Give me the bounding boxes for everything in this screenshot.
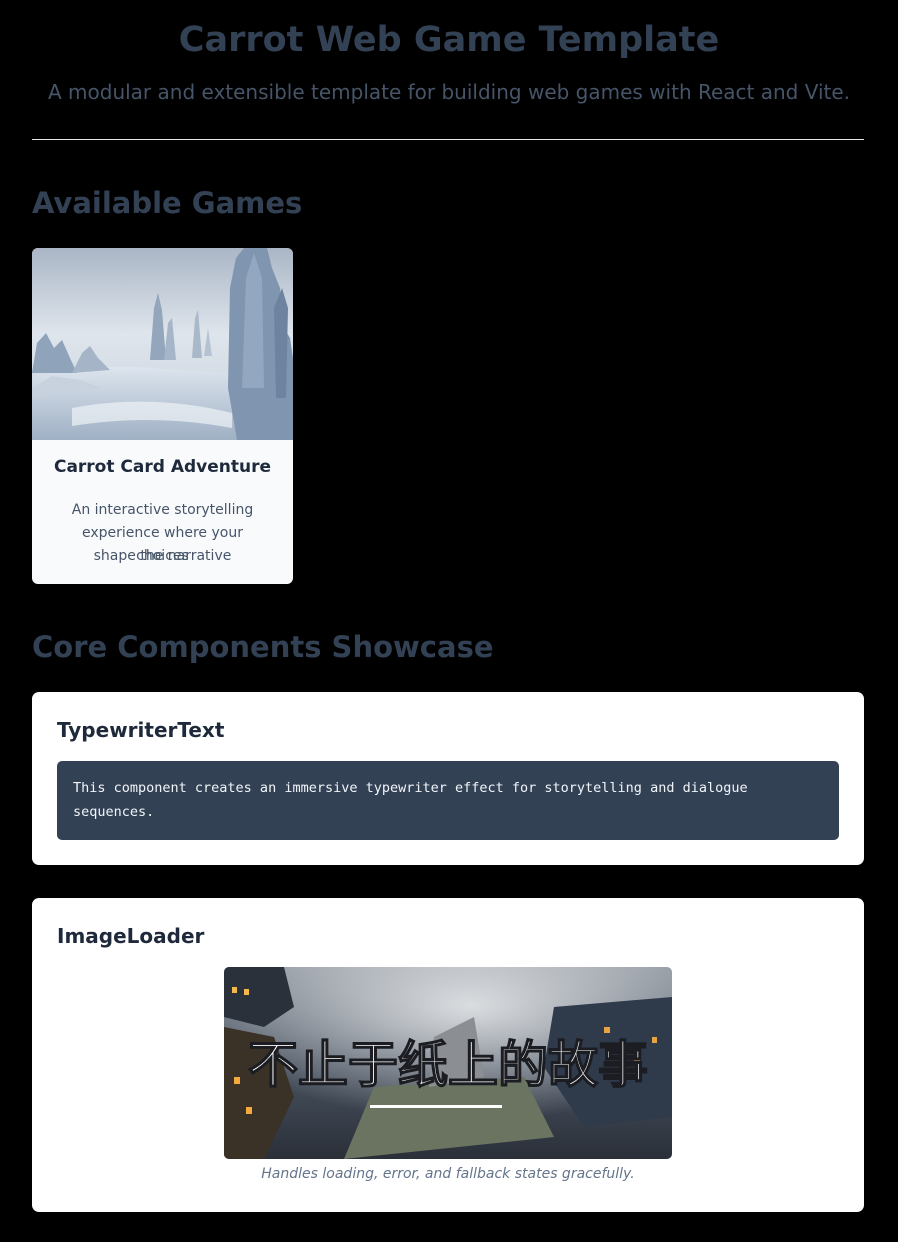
city-artwork-image: 不止于纸上的故事 [224, 967, 672, 1159]
available-games-heading: Available Games [32, 186, 303, 220]
core-components-heading: Core Components Showcase [32, 630, 494, 664]
game-card-description-line: An interactive storytelling [71, 502, 254, 518]
typewriter-line: sequences. [73, 804, 155, 820]
image-loader-title: ImageLoader [57, 924, 205, 948]
game-thumbnail-image [32, 248, 293, 440]
calligraphy-underline [370, 1105, 502, 1108]
page-title: Carrot Web Game Template [178, 20, 720, 60]
header-divider [32, 139, 864, 140]
typewriter-output: This component creates an immersive type… [57, 761, 839, 840]
typewriter-text-panel: TypewriterText This component creates an… [32, 692, 864, 865]
game-card-description-line: shape the narrative [93, 548, 232, 564]
image-calligraphy-text: 不止于纸上的故事 [248, 1035, 648, 1094]
typewriter-line: This component creates an immersive type… [73, 780, 748, 796]
typewriter-text-title: TypewriterText [57, 718, 225, 742]
game-card-title: Carrot Card Adventure [53, 457, 272, 477]
page-subtitle: A modular and extensible template for bu… [47, 80, 851, 104]
image-loader-image: 不止于纸上的故事 [224, 967, 672, 1159]
image-loader-caption: Handles loading, error, and fallback sta… [261, 1166, 635, 1182]
image-loader-panel: ImageLoader 不止于纸上的故事 Handles loading, er… [32, 898, 864, 1212]
game-card-carrot-card-adventure[interactable]: Carrot Card Adventure An interactive sto… [32, 248, 293, 584]
